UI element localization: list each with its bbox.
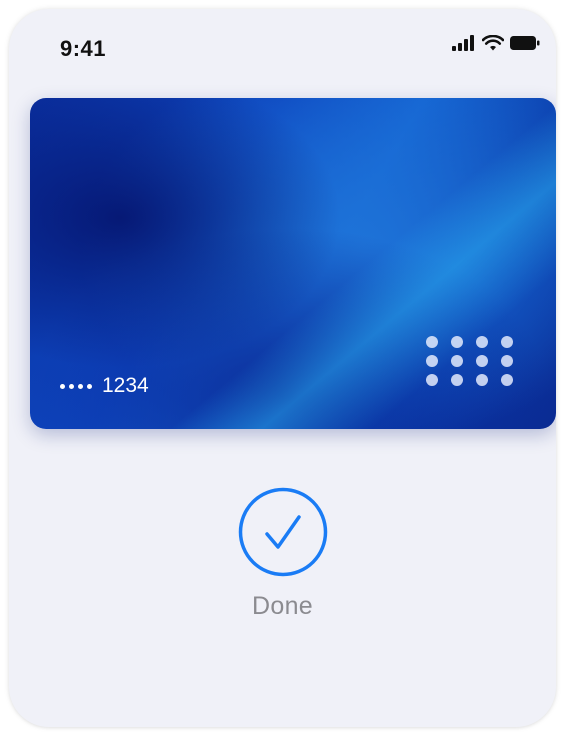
card-dot-grid-icon	[426, 336, 513, 386]
battery-icon	[510, 36, 540, 50]
checkmark-circle-icon	[238, 487, 327, 577]
payment-card[interactable]: 1234	[30, 98, 556, 429]
status-icons	[452, 35, 540, 51]
card-mask-dots	[60, 383, 92, 389]
confirmation: Done	[9, 487, 556, 621]
status-time: 9:41	[60, 36, 107, 61]
card-last-four: 1234	[102, 374, 149, 397]
status-bar: 9:41	[9, 9, 556, 79]
done-label: Done	[252, 592, 313, 620]
card-number: 1234	[60, 374, 149, 398]
phone-screen: 9:41 1234 Done	[9, 9, 556, 727]
cellular-signal-icon	[452, 35, 474, 51]
wifi-icon	[482, 35, 504, 51]
